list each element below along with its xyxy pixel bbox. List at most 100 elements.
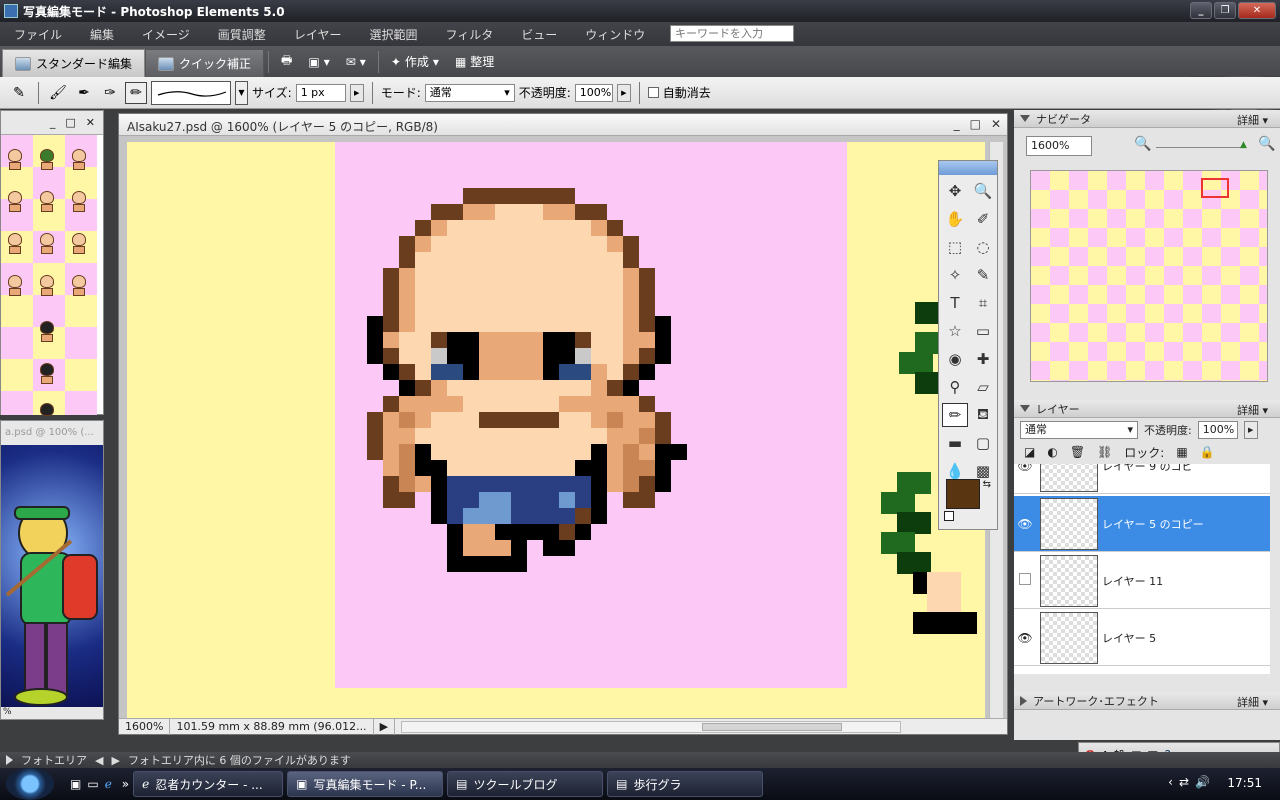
switch-windows-icon[interactable]: ▭ [87, 777, 98, 791]
move-tool-icon[interactable]: ✥ [942, 179, 968, 203]
type-tool-icon[interactable]: T [942, 291, 968, 315]
taskbar-item-3[interactable]: ▤ ツクールブログ [447, 771, 604, 797]
collapse-icon[interactable] [1020, 405, 1030, 412]
size-field[interactable]: 1 px [295, 83, 346, 102]
color-replace-icon[interactable]: ✑ [99, 82, 121, 104]
eye-icon[interactable]: 👁 [1014, 464, 1036, 473]
document-window[interactable]: AIsaku27.psd @ 1600% (レイヤー 5 のコピー, RGB/8… [118, 113, 1008, 735]
tab-quick-fix[interactable]: クイック補正 [145, 49, 265, 77]
layer-row-3[interactable]: レイヤー 11 [1014, 553, 1280, 609]
close-button[interactable]: ✕ [1238, 2, 1276, 19]
menu-view[interactable]: ビュー [507, 26, 571, 43]
layer-row-1[interactable]: 👁 レイヤー 9 のコピ [1014, 464, 1280, 494]
marquee-icon[interactable]: ⬚ [942, 235, 968, 259]
eye-icon[interactable]: 👁 [1014, 631, 1036, 645]
tray-arrow-icon[interactable]: ‹ [1168, 775, 1173, 789]
cookie-cutter-icon[interactable]: ☆ [942, 319, 968, 343]
next-icon[interactable]: ▶ [111, 754, 119, 767]
navigator-header[interactable]: ナビゲータ 詳細 ▾ [1014, 110, 1280, 128]
eye-icon[interactable]: 👁 [1014, 517, 1036, 531]
status-menu-arrow[interactable]: ▶ [374, 718, 396, 735]
menu-file[interactable]: ファイル [0, 26, 76, 43]
scroll-thumb[interactable] [702, 722, 843, 731]
taskbar-item-4[interactable]: ▤ 歩行グラ [607, 771, 764, 797]
overflow-icon[interactable]: » [122, 777, 129, 791]
zoom-slider-track[interactable] [1156, 147, 1244, 148]
layers-header[interactable]: レイヤー 詳細 ▾ [1014, 400, 1280, 418]
previous-icon[interactable]: ◀ [95, 754, 103, 767]
collapse-icon[interactable] [1020, 115, 1030, 122]
restore-icon[interactable]: □ [970, 117, 981, 131]
tab-standard-edit[interactable]: スタンダード編集 [2, 49, 146, 77]
taskbar-item-2[interactable]: ▣ 写真編集モード - P... [287, 771, 444, 797]
menu-image[interactable]: イメージ [128, 26, 204, 43]
brush-icon[interactable]: 🖌 [47, 82, 69, 104]
pencil-tool-icon[interactable]: ✏ [942, 403, 968, 427]
layer-row-2[interactable]: 👁 レイヤー 5 のコピー [1014, 496, 1280, 552]
horizontal-scrollbar[interactable] [401, 720, 902, 733]
minimize-icon[interactable]: _ [954, 117, 960, 131]
create-button[interactable]: ✦ 作成 ▾ [383, 53, 447, 70]
paint-bucket-icon[interactable]: ⛾ [970, 403, 996, 427]
zoom-in-icon[interactable]: 🔍 [1258, 136, 1275, 152]
navigator-preview[interactable] [1030, 170, 1268, 382]
lock-icon[interactable]: 🔒 [1200, 445, 1215, 459]
size-slider-arrow[interactable]: ▶ [349, 83, 364, 102]
layer-opacity-arrow[interactable]: ▶ [1243, 421, 1258, 439]
auto-erase-checkbox[interactable] [647, 87, 659, 98]
magic-wand-icon[interactable]: ✧ [942, 263, 968, 287]
ie-icon[interactable]: ℯ [105, 777, 112, 791]
artwork-header[interactable]: アートワーク･エフェクト 詳細 ▾ [1014, 692, 1280, 710]
opacity-slider-arrow[interactable]: ▶ [616, 83, 631, 102]
default-colors-icon[interactable] [944, 511, 954, 521]
link-icon[interactable]: ⛓ [1097, 445, 1112, 459]
minimize-button[interactable]: _ [1190, 2, 1212, 19]
gradient-icon[interactable]: ▬ [942, 431, 968, 455]
selection-brush-icon[interactable]: ✎ [970, 263, 996, 287]
mode-select[interactable]: 通常 ▾ [424, 83, 515, 102]
print-button[interactable]: 🖶 [273, 51, 300, 72]
taskbar-item-1[interactable]: ℯ 忍者カウンター - ... [133, 771, 284, 797]
pencil-icon[interactable]: ✎ [8, 82, 30, 104]
menu-select[interactable]: 選択範囲 [355, 26, 431, 43]
menu-filter[interactable]: フィルタ [431, 26, 507, 43]
navigator-view-box[interactable] [1201, 178, 1229, 198]
restore-icon[interactable]: □ [65, 116, 75, 129]
image-canvas[interactable] [127, 142, 985, 720]
expand-icon[interactable] [6, 755, 13, 765]
toolbox-handle[interactable] [939, 161, 997, 175]
menu-window[interactable]: ウィンドウ [571, 26, 659, 43]
crop-icon[interactable]: ⌗ [970, 291, 996, 315]
menu-enhance[interactable]: 画質調整 [204, 26, 280, 43]
straighten-icon[interactable]: ▭ [970, 319, 996, 343]
layers-scrollbar[interactable] [1270, 464, 1280, 674]
expand-icon[interactable] [1020, 695, 1027, 706]
eyedropper-icon[interactable]: ✐ [970, 207, 996, 231]
shape-tool-icon[interactable]: ▢ [970, 431, 996, 455]
menu-layer[interactable]: レイヤー [280, 26, 356, 43]
close-icon[interactable]: ✕ [86, 116, 95, 129]
start-button[interactable] [6, 768, 54, 800]
brush-preview[interactable] [151, 80, 231, 105]
foreground-color-swatch[interactable] [946, 479, 980, 509]
show-desktop-icon[interactable]: ▣ [70, 777, 81, 791]
close-icon[interactable]: ✕ [991, 117, 1001, 131]
artwork-more-button[interactable]: 詳細 ▾ [1237, 694, 1268, 710]
navigator-more-button[interactable]: 詳細 ▾ [1237, 112, 1268, 128]
clone-stamp-icon[interactable]: ⚲ [942, 375, 968, 399]
pencil-tool-icon[interactable]: ✏ [125, 81, 147, 104]
lock-transparency-icon[interactable]: ▦ [1176, 445, 1187, 459]
volume-icon[interactable]: 🔊 [1195, 775, 1210, 789]
adjustment-layer-icon[interactable]: ◐ [1047, 445, 1057, 459]
lasso-icon[interactable]: ◌ [970, 235, 996, 259]
minimize-icon[interactable]: _ [50, 116, 56, 129]
share-button[interactable]: ✉ ▾ [338, 55, 374, 69]
opacity-field[interactable]: 100% [574, 83, 613, 102]
organize-button[interactable]: ▦ 整理 [447, 53, 502, 70]
clock[interactable]: 17:51 [1227, 776, 1262, 790]
maximize-button[interactable]: ❐ [1214, 2, 1236, 19]
navigator-zoom-field[interactable]: 1600% [1026, 136, 1092, 156]
network-icon[interactable]: ⇄ [1179, 775, 1189, 789]
red-eye-icon[interactable]: ◉ [942, 347, 968, 371]
illustration-document-window[interactable]: a.psd @ 100% (... % [0, 420, 104, 720]
